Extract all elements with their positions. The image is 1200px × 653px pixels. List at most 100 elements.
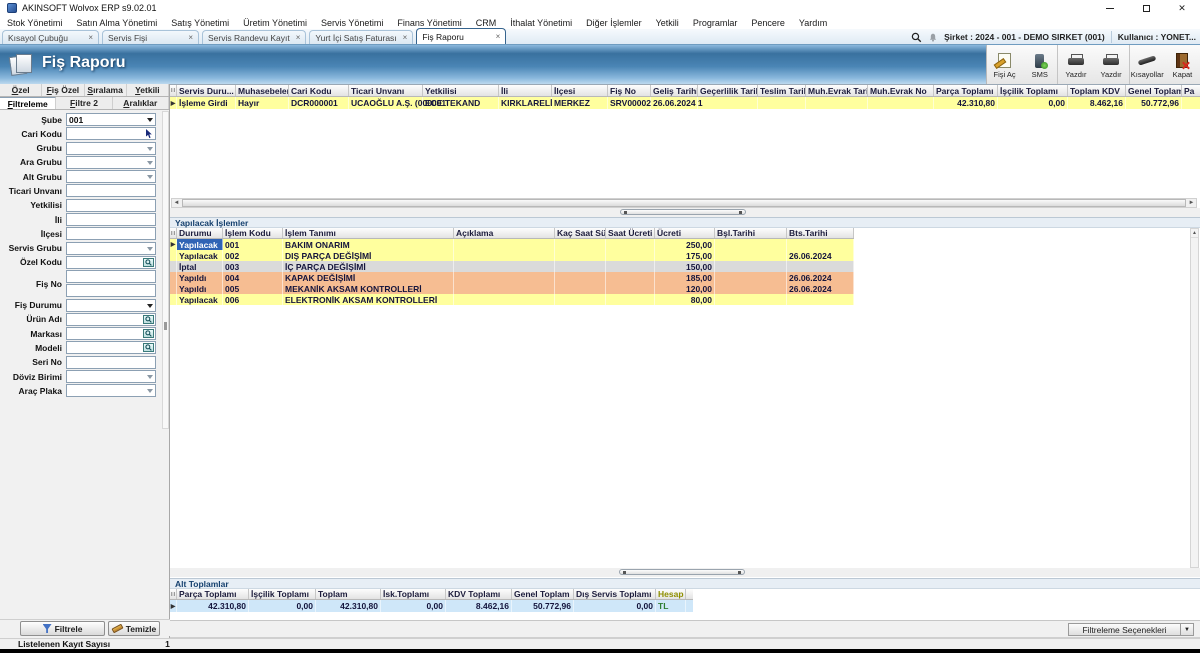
grid-cell[interactable] (454, 283, 555, 294)
grid-cell[interactable]: 005 (223, 283, 283, 294)
grid-cell[interactable]: 50.772,96 (1126, 97, 1182, 109)
menu-item-satis[interactable]: Satış Yönetimi (164, 18, 236, 28)
column-header[interactable]: Toplam (316, 589, 381, 599)
tab-siralama[interactable]: Sıralama (85, 84, 127, 96)
cari-kodu-field[interactable] (66, 127, 156, 140)
scroll-left-icon[interactable]: ◄ (172, 199, 181, 207)
grid-cell[interactable]: UCAOĞLU A.Ş. (000001 (349, 97, 423, 109)
tab-yurt-ici-satis[interactable]: Yurt İçi Satış Faturası× (309, 30, 413, 44)
grid-cell[interactable]: KAPAK DEĞİŞİMİ (283, 272, 454, 283)
fis-no-from-field[interactable] (66, 270, 156, 283)
drag-handle-icon[interactable]: ∷ (170, 85, 177, 96)
grid-cell[interactable] (715, 283, 787, 294)
grid-cell[interactable]: ELEKTRONİK AKSAM KONTROLLERİ (283, 294, 454, 305)
ilcesi-input[interactable] (67, 228, 155, 239)
temizle-button[interactable]: Temizle (108, 621, 160, 636)
print-button-1[interactable]: Yazdır (1057, 45, 1093, 84)
grid-cell[interactable] (758, 97, 806, 109)
column-header[interactable]: Genel Toplam (512, 589, 574, 599)
grid-cell[interactable]: 42.310,80 (934, 97, 998, 109)
column-header[interactable]: İli (499, 85, 552, 96)
grid-cell[interactable] (555, 283, 606, 294)
column-header[interactable]: Fiş No (608, 85, 651, 96)
arac-plaka-combo[interactable] (66, 384, 156, 397)
grid-cell-selected[interactable]: Yapılacak (177, 239, 223, 250)
tab-fis-raporu[interactable]: Fiş Raporu× (416, 28, 506, 44)
column-header[interactable]: Pa (1182, 85, 1200, 96)
seri-no-field[interactable] (66, 356, 156, 369)
ozel-kodu-input[interactable] (67, 257, 155, 268)
grid-cell[interactable]: ECE TEKAND (423, 97, 499, 109)
islem-row[interactable]: Yapılacak 006 ELEKTRONİK AKSAM KONTROLLE… (170, 294, 854, 305)
grid-cell[interactable] (787, 294, 854, 305)
lookup-magnifier-icon[interactable] (143, 329, 154, 338)
ilcesi-field[interactable] (66, 227, 156, 240)
column-header[interactable]: Geliş Tarihi (651, 85, 698, 96)
grid-cell[interactable] (715, 261, 787, 272)
menu-item-stok[interactable]: Stok Yönetimi (0, 18, 69, 28)
column-header[interactable]: Dış Servis Toplamı (574, 589, 656, 599)
tab-close-icon[interactable]: × (403, 33, 408, 42)
column-header[interactable]: Durumu (177, 228, 223, 238)
sube-input[interactable] (67, 114, 155, 125)
islem-row[interactable]: Yapıldı 004 KAPAK DEĞİŞİMİ 185,00 26.06.… (170, 272, 854, 283)
grid-cell[interactable] (606, 250, 655, 261)
lookup-pointer-icon[interactable] (144, 129, 153, 141)
drag-handle-icon[interactable]: ∷ (170, 228, 177, 238)
column-header[interactable]: Geçerlilik Tarihi (698, 85, 758, 96)
grid-cell[interactable]: İÇ PARÇA DEĞİŞİMİ (283, 261, 454, 272)
grid-cell[interactable] (606, 261, 655, 272)
menu-item-crm[interactable]: CRM (469, 18, 504, 28)
grid-cell[interactable]: 0,00 (998, 97, 1068, 109)
menu-item-finans[interactable]: Finans Yönetimi (390, 18, 468, 28)
tab-close-icon[interactable]: × (296, 33, 301, 42)
column-header[interactable]: Ticari Unvanı (349, 85, 423, 96)
column-header[interactable]: Kaç Saat Sürdü (555, 228, 606, 238)
grid-cell[interactable]: Yapıldı (177, 272, 223, 283)
fis-durumu-input[interactable] (67, 300, 155, 311)
grid-cell[interactable] (606, 283, 655, 294)
grid-cell[interactable]: DIŞ PARÇA DEĞİŞİMİ (283, 250, 454, 261)
islem-row[interactable]: ▶ Yapılacak 001 BAKIM ONARIM 250,00 (170, 239, 854, 250)
grid-cell[interactable]: Yapılacak (177, 294, 223, 305)
grid-cell[interactable]: 80,00 (655, 294, 715, 305)
grid-cell[interactable]: 250,00 (655, 239, 715, 250)
grid-cell[interactable]: 0,00 (381, 600, 446, 612)
menu-item-diger[interactable]: Diğer İşlemler (579, 18, 649, 28)
scroll-up-icon[interactable]: ▲ (1191, 229, 1198, 238)
results-grid-row[interactable]: ▶ İşleme Girdi Hayır DCR000001 UCAOĞLU A… (170, 97, 1200, 109)
modeli-field[interactable] (66, 341, 156, 354)
seri-no-input[interactable] (67, 357, 155, 368)
column-header[interactable]: Servis Duru...△ (177, 85, 236, 96)
column-header[interactable]: Ücreti (655, 228, 715, 238)
grid-cell[interactable]: 004 (223, 272, 283, 283)
sms-button[interactable]: SMS (1022, 45, 1057, 84)
shortcuts-button[interactable]: Kısayollar (1129, 45, 1165, 84)
grid-cell[interactable]: 001 (223, 239, 283, 250)
yetkilisi-input[interactable] (67, 200, 155, 211)
islem-row[interactable]: Yapılacak 002 DIŞ PARÇA DEĞİŞİMİ 175,00 … (170, 250, 854, 261)
grid-cell[interactable]: 0,00 (574, 600, 656, 612)
tab-kisayol-cubugu[interactable]: Kısayol Çubuğu× (2, 30, 99, 44)
column-header[interactable]: Bts.Tarihi (787, 228, 854, 238)
search-icon[interactable] (911, 32, 922, 43)
combo-arrow-icon[interactable] (147, 389, 153, 393)
grid-cell[interactable]: MERKEZ (552, 97, 608, 109)
column-header[interactable]: İşlem Tanımı (283, 228, 454, 238)
grid-cell[interactable] (806, 97, 868, 109)
grubu-combo[interactable] (66, 142, 156, 155)
totals-row[interactable]: ▶ 42.310,80 0,00 42.310,80 0,00 8.462,16… (170, 600, 693, 612)
column-header[interactable]: Cari Kodu (289, 85, 349, 96)
menu-item-programlar[interactable]: Programlar (686, 18, 745, 28)
user-label[interactable]: Kullanıcı : YONET... (1118, 32, 1196, 42)
doviz-birimi-combo[interactable] (66, 370, 156, 383)
islem-row[interactable]: Yapıldı 005 MEKANİK AKSAM KONTROLLERİ 12… (170, 283, 854, 294)
fis-durumu-dropdown[interactable] (66, 299, 156, 312)
grid-cell[interactable] (555, 294, 606, 305)
splitter-handle[interactable] (619, 569, 745, 575)
column-header[interactable]: İşçilik Toplamı (998, 85, 1068, 96)
column-header[interactable]: Bşl.Tarihi (715, 228, 787, 238)
print-button-2[interactable]: Yazdır (1094, 45, 1129, 84)
ara-grubu-input[interactable] (67, 157, 155, 168)
column-header[interactable]: Muh.Evrak Tarihi (806, 85, 868, 96)
